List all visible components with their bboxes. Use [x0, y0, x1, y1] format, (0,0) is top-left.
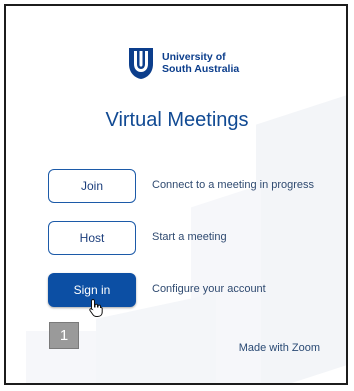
made-with-zoom-text: Made with Zoom — [238, 342, 320, 354]
background-shape — [96, 293, 216, 383]
university-logo: University of South Australia — [127, 46, 239, 80]
university-name-line2: South Australia — [162, 63, 240, 75]
page-title: Virtual Meetings — [105, 109, 249, 131]
step-number-badge: 1 — [49, 322, 79, 349]
university-crest-icon — [129, 48, 153, 79]
host-description: Start a meeting — [152, 231, 227, 243]
join-description: Connect to a meeting in progress — [152, 179, 315, 191]
university-name: University of South Australia — [162, 51, 239, 75]
login-panel: University of South Australia Virtual Me… — [4, 4, 348, 385]
host-button[interactable]: Host — [48, 221, 136, 255]
hand-pointer-cursor-icon — [89, 298, 103, 317]
sign-in-description: Configure your account — [152, 283, 266, 295]
join-button[interactable]: Join — [48, 169, 136, 203]
university-name-line1: University of — [162, 51, 226, 63]
